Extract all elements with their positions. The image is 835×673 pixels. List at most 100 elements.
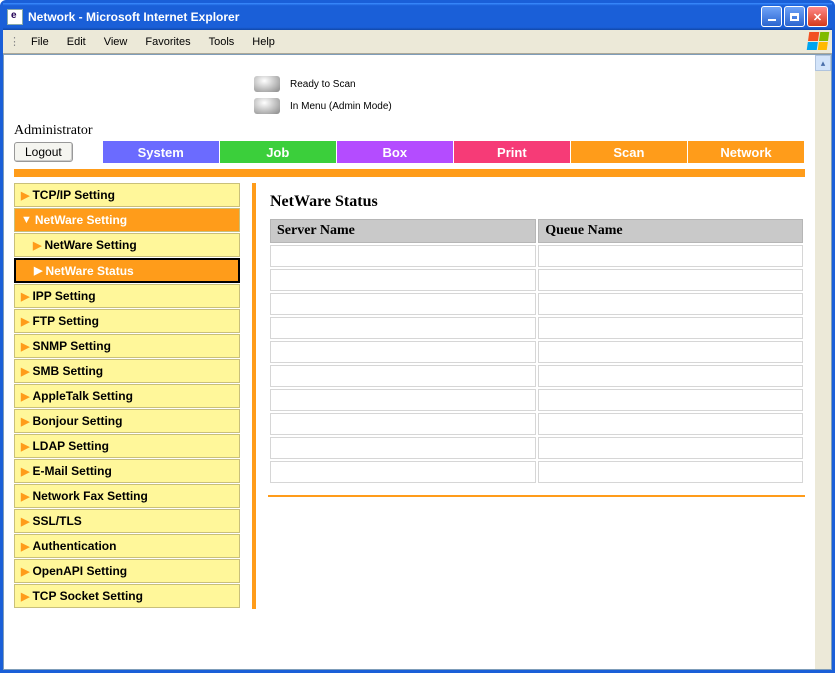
menu-help[interactable]: Help bbox=[243, 33, 284, 51]
sidebar-item-ssl-tls[interactable]: ▶SSL/TLS bbox=[14, 509, 240, 533]
sidebar-item-label: IPP Setting bbox=[32, 289, 95, 303]
sidebar-item-ipp-setting[interactable]: ▶IPP Setting bbox=[14, 284, 240, 308]
table-row bbox=[270, 269, 803, 291]
cell-server-name bbox=[270, 317, 536, 339]
title-bar: Network - Microsoft Internet Explorer bbox=[3, 3, 832, 30]
sidebar-item-network-fax-setting[interactable]: ▶Network Fax Setting bbox=[14, 484, 240, 508]
status-row-ready: Ready to Scan bbox=[254, 73, 805, 95]
sidebar-item-netware-setting[interactable]: ▼NetWare Setting bbox=[14, 208, 240, 232]
menu-edit[interactable]: Edit bbox=[58, 33, 95, 51]
chevron-right-icon: ▶ bbox=[21, 490, 29, 503]
sidebar-item-label: Bonjour Setting bbox=[32, 414, 122, 428]
table-row bbox=[270, 317, 803, 339]
settings-sidebar: ▶TCP/IP Setting▼NetWare Setting▶NetWare … bbox=[14, 183, 240, 609]
main-panel: NetWare Status Server Name Queue Name bbox=[268, 183, 805, 497]
sidebar-item-label: NetWare Status bbox=[45, 264, 133, 278]
chevron-right-icon: ▶ bbox=[21, 315, 29, 328]
sidebar-item-tcp-socket-setting[interactable]: ▶TCP Socket Setting bbox=[14, 584, 240, 608]
sidebar-item-snmp-setting[interactable]: ▶SNMP Setting bbox=[14, 334, 240, 358]
menu-favorites[interactable]: Favorites bbox=[136, 33, 199, 51]
windows-logo-icon bbox=[807, 32, 830, 50]
cell-queue-name bbox=[538, 317, 803, 339]
toolbar-grip-icon: ⋮ bbox=[9, 35, 18, 48]
chevron-right-icon: ▶ bbox=[21, 365, 29, 378]
cell-queue-name bbox=[538, 389, 803, 411]
sidebar-item-tcp-ip-setting[interactable]: ▶TCP/IP Setting bbox=[14, 183, 240, 207]
panel-separator bbox=[268, 495, 805, 497]
sidebar-item-label: LDAP Setting bbox=[32, 439, 108, 453]
sidebar-item-e-mail-setting[interactable]: ▶E-Mail Setting bbox=[14, 459, 240, 483]
col-server-name: Server Name bbox=[270, 219, 536, 243]
chevron-down-icon: ▼ bbox=[21, 214, 32, 226]
cell-server-name bbox=[270, 461, 536, 483]
vertical-divider bbox=[252, 183, 256, 609]
sidebar-item-ldap-setting[interactable]: ▶LDAP Setting bbox=[14, 434, 240, 458]
table-row bbox=[270, 437, 803, 459]
scrollbar-track[interactable] bbox=[815, 55, 831, 669]
sidebar-item-bonjour-setting[interactable]: ▶Bonjour Setting bbox=[14, 409, 240, 433]
logout-button[interactable]: Logout bbox=[14, 142, 73, 162]
chevron-right-icon: ▶ bbox=[21, 290, 29, 303]
sidebar-item-label: FTP Setting bbox=[32, 314, 98, 328]
sidebar-item-label: SNMP Setting bbox=[32, 339, 110, 353]
cell-queue-name bbox=[538, 341, 803, 363]
sidebar-item-smb-setting[interactable]: ▶SMB Setting bbox=[14, 359, 240, 383]
table-row bbox=[270, 461, 803, 483]
sidebar-item-openapi-setting[interactable]: ▶OpenAPI Setting bbox=[14, 559, 240, 583]
tab-underline bbox=[14, 169, 805, 177]
menu-file[interactable]: File bbox=[22, 33, 58, 51]
sidebar-item-label: NetWare Setting bbox=[44, 238, 136, 252]
table-row bbox=[270, 293, 803, 315]
cell-server-name bbox=[270, 341, 536, 363]
chevron-right-icon: ▶ bbox=[21, 415, 29, 428]
tab-scan[interactable]: Scan bbox=[571, 141, 688, 163]
cell-queue-name bbox=[538, 365, 803, 387]
chevron-right-icon: ▶ bbox=[21, 465, 29, 478]
chevron-right-icon: ▶ bbox=[33, 239, 41, 252]
panel-title: NetWare Status bbox=[270, 193, 805, 211]
tab-row: Logout System Job Box Print Scan Network bbox=[14, 141, 805, 163]
body-columns: ▶TCP/IP Setting▼NetWare Setting▶NetWare … bbox=[14, 183, 805, 609]
netware-status-table: Server Name Queue Name bbox=[268, 217, 805, 485]
cell-server-name bbox=[270, 245, 536, 267]
table-row bbox=[270, 389, 803, 411]
menu-view[interactable]: View bbox=[95, 33, 137, 51]
cell-queue-name bbox=[538, 293, 803, 315]
sidebar-item-appletalk-setting[interactable]: ▶AppleTalk Setting bbox=[14, 384, 240, 408]
sidebar-item-label: TCP/IP Setting bbox=[32, 188, 114, 202]
scroll-up-button[interactable] bbox=[815, 55, 831, 71]
close-button[interactable] bbox=[807, 6, 828, 27]
sidebar-item-ftp-setting[interactable]: ▶FTP Setting bbox=[14, 309, 240, 333]
browser-viewport: Ready to Scan In Menu (Admin Mode) Admin… bbox=[3, 54, 832, 670]
tab-box[interactable]: Box bbox=[337, 141, 454, 163]
cell-server-name bbox=[270, 293, 536, 315]
cell-queue-name bbox=[538, 245, 803, 267]
chevron-right-icon: ▶ bbox=[21, 340, 29, 353]
sidebar-item-netware-setting[interactable]: ▶NetWare Setting bbox=[14, 233, 240, 257]
menu-tools[interactable]: Tools bbox=[200, 33, 244, 51]
sidebar-item-label: TCP Socket Setting bbox=[32, 589, 142, 603]
cell-queue-name bbox=[538, 461, 803, 483]
minimize-button[interactable] bbox=[761, 6, 782, 27]
tab-system[interactable]: System bbox=[103, 141, 220, 163]
tab-network[interactable]: Network bbox=[688, 141, 805, 163]
tab-job[interactable]: Job bbox=[220, 141, 337, 163]
table-row bbox=[270, 245, 803, 267]
window-title: Network - Microsoft Internet Explorer bbox=[28, 10, 761, 24]
menu-bar: ⋮ File Edit View Favorites Tools Help bbox=[3, 30, 832, 54]
page-content: Ready to Scan In Menu (Admin Mode) Admin… bbox=[4, 55, 815, 669]
table-row bbox=[270, 365, 803, 387]
chevron-right-icon: ▶ bbox=[21, 590, 29, 603]
cell-server-name bbox=[270, 389, 536, 411]
sidebar-item-netware-status[interactable]: ▶NetWare Status bbox=[14, 258, 240, 283]
chevron-right-icon: ▶ bbox=[21, 189, 29, 202]
status-ready-text: Ready to Scan bbox=[290, 79, 356, 90]
sidebar-item-label: SMB Setting bbox=[32, 364, 103, 378]
status-row-menu: In Menu (Admin Mode) bbox=[254, 95, 805, 117]
sidebar-item-label: Network Fax Setting bbox=[32, 489, 147, 503]
cell-server-name bbox=[270, 365, 536, 387]
sidebar-item-authentication[interactable]: ▶Authentication bbox=[14, 534, 240, 558]
window-controls bbox=[761, 6, 828, 27]
maximize-button[interactable] bbox=[784, 6, 805, 27]
tab-print[interactable]: Print bbox=[454, 141, 571, 163]
